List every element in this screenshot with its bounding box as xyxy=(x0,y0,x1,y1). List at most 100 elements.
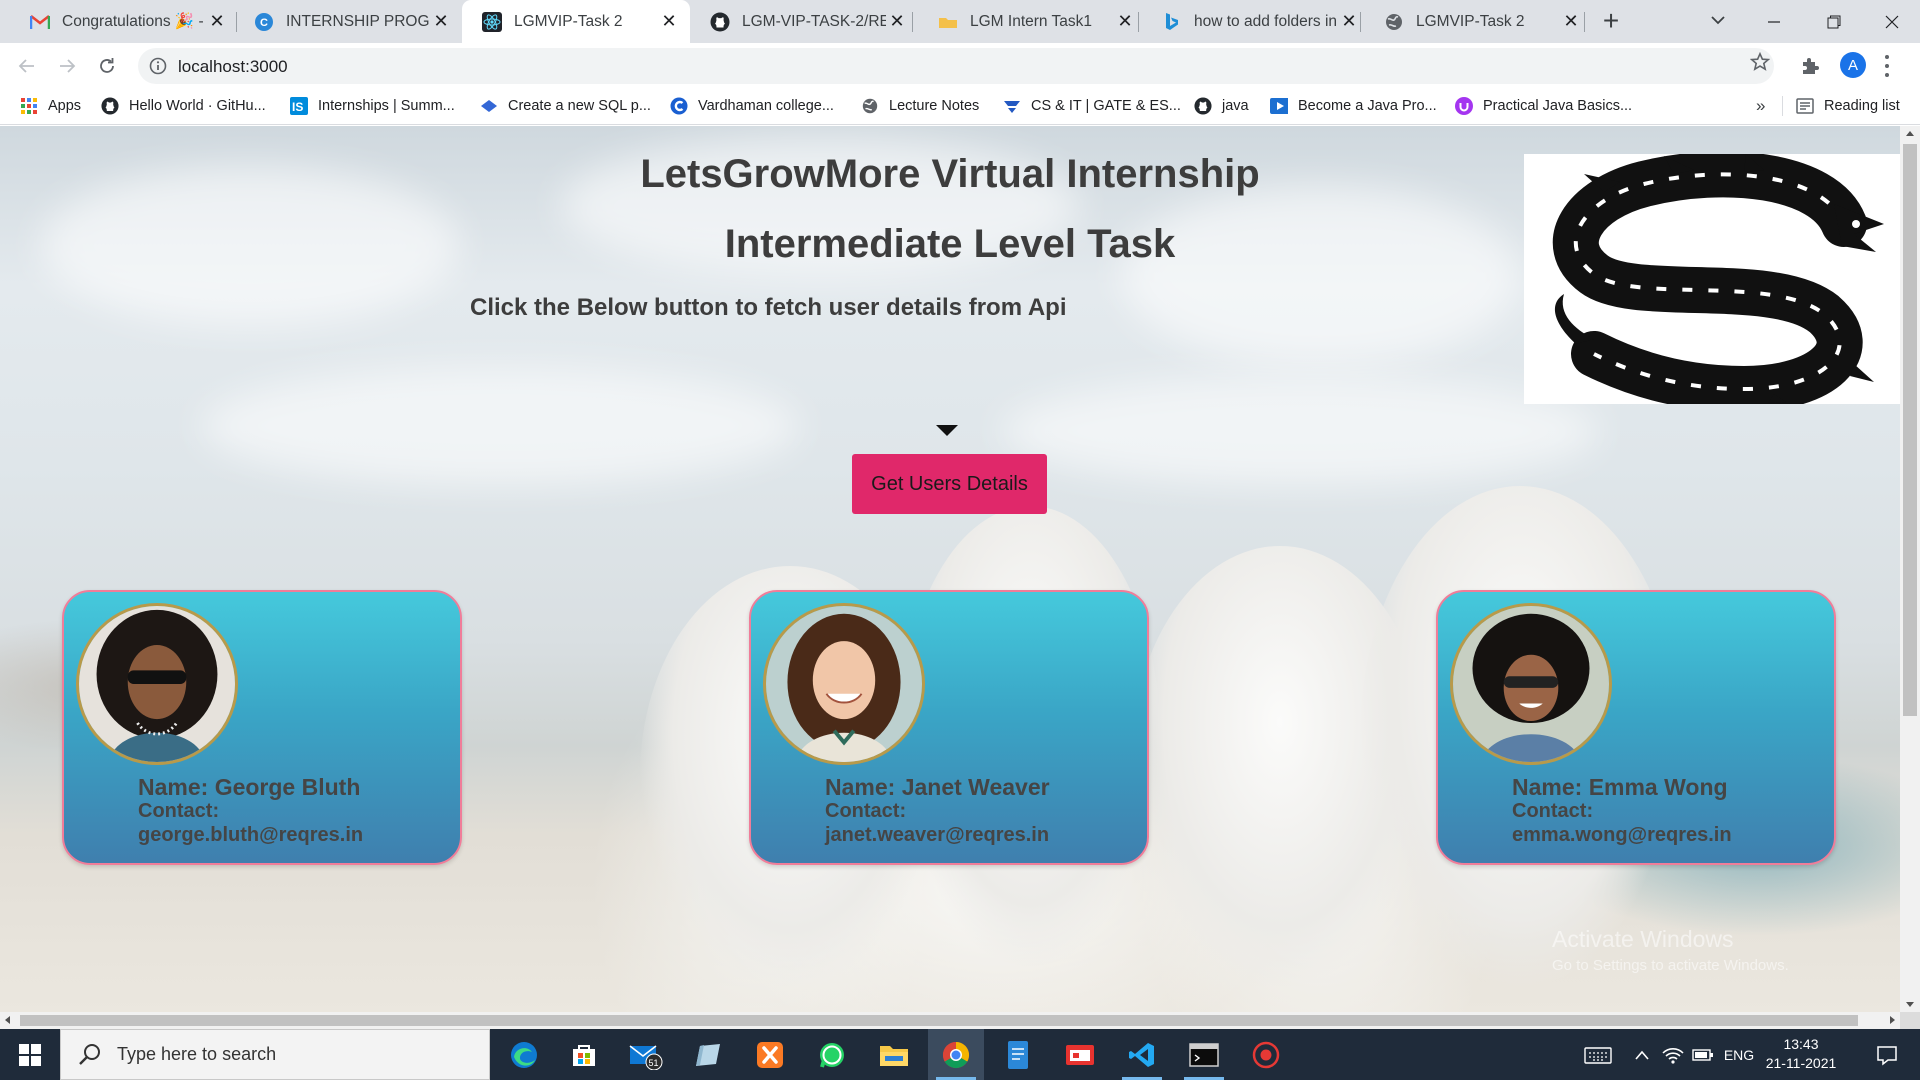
minimize-button[interactable] xyxy=(1746,0,1802,43)
windows-taskbar: Type here to search 51 ENG 13:43 21-11-2… xyxy=(0,1029,1920,1080)
get-users-details-button[interactable]: Get Users Details xyxy=(852,454,1047,514)
windows-logo-icon xyxy=(19,1043,41,1066)
browser-menu-icon[interactable] xyxy=(1884,55,1890,77)
screen-recorder-icon[interactable] xyxy=(1238,1029,1294,1080)
bing-icon xyxy=(1162,12,1182,32)
scroll-right-icon[interactable] xyxy=(1890,1016,1895,1024)
bookmark-create-sql[interactable]: Create a new SQL p... xyxy=(480,95,651,117)
contact-label: Contact: xyxy=(138,800,220,822)
user-card: Name: Emma Wong Contact: emma.wong@reqre… xyxy=(1436,590,1836,865)
bookmark-practical-java[interactable]: Practical Java Basics... xyxy=(1455,95,1632,117)
bookmark-vardhaman[interactable]: Vardhaman college... xyxy=(670,95,834,117)
info-icon[interactable] xyxy=(148,56,168,76)
language-indicator[interactable]: ENG xyxy=(1720,1029,1758,1080)
scroll-thumb[interactable] xyxy=(1903,144,1917,716)
new-tab-button[interactable]: + xyxy=(1596,5,1626,36)
bookmark-lecture-notes[interactable]: Lecture Notes xyxy=(861,95,979,117)
avatar xyxy=(1450,603,1612,765)
forward-button[interactable] xyxy=(52,51,82,81)
restore-button[interactable] xyxy=(1806,0,1862,43)
back-button[interactable] xyxy=(12,51,42,81)
tab-lgmvip-task2[interactable]: LGMVIP-Task 2 ✕ xyxy=(1364,0,1592,43)
reading-list-label: Reading list xyxy=(1824,98,1900,114)
page-viewport: LetsGrowMore Virtual Internship Intermed… xyxy=(0,126,1900,1012)
bookmark-star-icon[interactable] xyxy=(1749,51,1771,72)
contact-label: Contact: xyxy=(825,800,907,822)
user-email: janet.weaver@reqres.in xyxy=(825,824,1050,846)
bookmark-hello-world-github[interactable]: Hello World · GitHu... xyxy=(101,95,266,117)
scroll-left-icon[interactable] xyxy=(5,1016,10,1024)
arrow-left-icon xyxy=(18,59,34,73)
bookmarks-bar: Apps Hello World · GitHu... IS Internshi… xyxy=(0,88,1920,125)
reload-button[interactable] xyxy=(92,51,122,81)
keyboard-icon[interactable] xyxy=(1578,1029,1618,1080)
notes-app-icon[interactable] xyxy=(680,1029,736,1080)
edge-icon[interactable] xyxy=(496,1029,552,1080)
close-tab-icon[interactable]: ✕ xyxy=(1114,11,1136,33)
presentation-app-icon[interactable] xyxy=(1052,1029,1108,1080)
user-name: Name: Janet Weaver xyxy=(825,774,1050,800)
whatsapp-icon[interactable] xyxy=(804,1029,860,1080)
more-bookmarks-button[interactable]: » xyxy=(1756,96,1765,116)
xampp-icon[interactable] xyxy=(742,1029,798,1080)
tab-internship-program[interactable]: C INTERNSHIP PROGRAM ✕ xyxy=(234,0,462,43)
tab-lgm-intern-task1[interactable]: LGM Intern Task1 ✕ xyxy=(918,0,1146,43)
horizontal-scrollbar[interactable] xyxy=(0,1012,1900,1029)
vertical-scrollbar[interactable] xyxy=(1900,126,1920,1012)
tab-title: LGM-VIP-TASK-2/README xyxy=(742,12,886,30)
chevron-up-icon[interactable] xyxy=(1628,1029,1656,1080)
chrome-icon[interactable] xyxy=(928,1029,984,1080)
wifi-icon[interactable] xyxy=(1658,1029,1688,1080)
close-tab-icon[interactable]: ✕ xyxy=(430,11,452,33)
activate-windows-watermark: Activate Windows Go to Settings to activ… xyxy=(1552,926,1789,974)
bookmark-internships[interactable]: IS Internships | Summ... xyxy=(290,95,455,117)
tab-bing-search[interactable]: how to add folders in ✕ xyxy=(1142,0,1370,43)
close-tab-icon[interactable]: ✕ xyxy=(206,11,228,33)
bookmark-label: CS & IT | GATE & ES... xyxy=(1031,98,1181,114)
bookmark-gate[interactable]: CS & IT | GATE & ES... xyxy=(1003,95,1181,117)
store-icon[interactable] xyxy=(556,1029,612,1080)
reading-list-icon xyxy=(1796,97,1814,115)
dragon-s-logo-icon xyxy=(1524,151,1900,413)
bookmark-apps[interactable]: Apps xyxy=(20,95,81,117)
bookmark-label: Lecture Notes xyxy=(889,98,980,114)
start-button[interactable] xyxy=(0,1029,60,1080)
tab-lgmvip-task2-active[interactable]: LGMVIP-Task 2 ✕ xyxy=(462,0,690,43)
scroll-up-icon[interactable] xyxy=(1906,131,1914,136)
close-tab-icon[interactable]: ✕ xyxy=(1560,11,1582,33)
profile-avatar[interactable]: A xyxy=(1840,52,1866,78)
udemy-icon xyxy=(1455,97,1473,115)
close-tab-icon[interactable]: ✕ xyxy=(658,11,680,33)
bookmark-become-java-pro[interactable]: Become a Java Pro... xyxy=(1270,95,1437,117)
tab-title: Congratulations 🎉 - xyxy=(62,13,204,30)
taskbar-search-box[interactable]: Type here to search xyxy=(60,1029,490,1080)
clock-time: 13:43 xyxy=(1783,1036,1819,1052)
system-clock[interactable]: 13:43 21-11-2021 xyxy=(1758,1035,1844,1073)
mail-icon[interactable]: 51 xyxy=(618,1029,674,1080)
close-tab-icon[interactable]: ✕ xyxy=(1338,11,1360,33)
globe-icon xyxy=(861,97,879,115)
react-icon xyxy=(482,11,502,32)
file-explorer-icon[interactable] xyxy=(866,1029,922,1080)
battery-icon[interactable] xyxy=(1690,1029,1716,1080)
tab-search-chevron-icon[interactable] xyxy=(1706,8,1730,32)
vscode-icon[interactable] xyxy=(1114,1029,1170,1080)
tab-github-readme[interactable]: LGM-VIP-TASK-2/README ✕ xyxy=(690,0,918,43)
extensions-puzzle-icon[interactable] xyxy=(1800,55,1822,77)
terminal-icon[interactable] xyxy=(1176,1029,1232,1080)
reading-list-button[interactable]: Reading list xyxy=(1796,95,1900,117)
document-icon[interactable] xyxy=(990,1029,1046,1080)
tab-title: INTERNSHIP PROGRAM xyxy=(286,12,430,30)
notification-center-icon[interactable] xyxy=(1862,1029,1912,1080)
scroll-thumb[interactable] xyxy=(20,1015,1858,1026)
reload-icon xyxy=(100,58,114,73)
bookmark-java[interactable]: java xyxy=(1194,95,1249,117)
scroll-down-icon[interactable] xyxy=(1906,1002,1914,1007)
close-tab-icon[interactable]: ✕ xyxy=(886,11,908,33)
arrow-right-icon xyxy=(60,59,76,73)
search-placeholder: Type here to search xyxy=(117,1044,277,1064)
tab-gmail[interactable]: Congratulations 🎉 - ✕ xyxy=(10,0,238,43)
address-bar[interactable]: localhost:3000 xyxy=(138,48,1774,84)
canva-icon: C xyxy=(254,12,274,32)
close-window-button[interactable] xyxy=(1864,0,1920,43)
